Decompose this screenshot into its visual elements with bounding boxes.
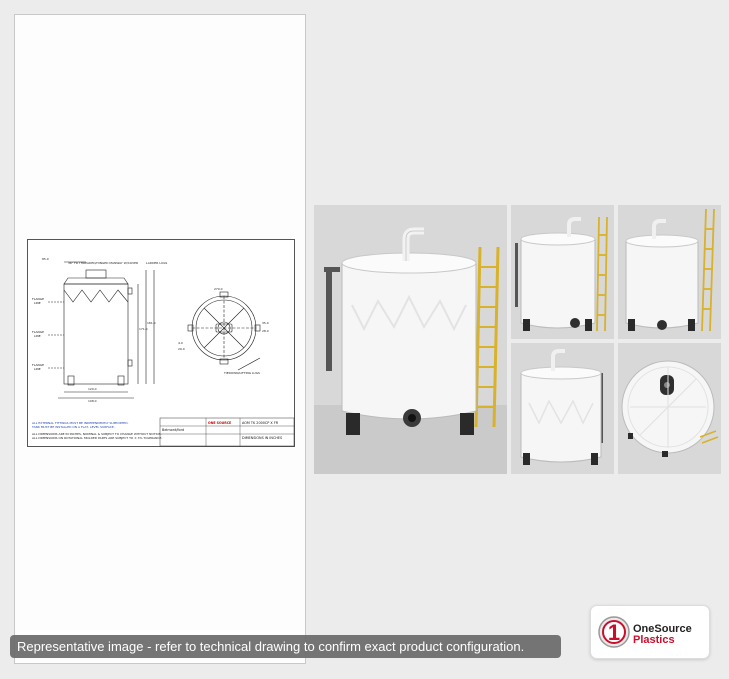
- logo-text: OneSource Plastics: [633, 624, 692, 646]
- technical-drawing: 85.0 36" FR THREADED/HINGED MANWAY W/COV…: [31, 257, 295, 447]
- line-label: LINE: [34, 334, 41, 338]
- dim-label: 29.0: [178, 347, 185, 351]
- product-photo-top[interactable]: [618, 343, 721, 474]
- title-block-model: AOM TK 2000CP X FR: [242, 421, 279, 425]
- note-line: ALL DIMENSIONS ON ROTATIONAL MOLDED PART…: [32, 436, 162, 440]
- line-label: LINE: [34, 301, 41, 305]
- technical-drawing-sheet: 85.0 36" FR THREADED/HINGED MANWAY W/COV…: [27, 239, 295, 447]
- title-block-brand: ONE SOURCE: [208, 421, 231, 425]
- manway-label: 36" FR THREADED/HINGED MANWAY W/COVER: [68, 261, 138, 265]
- title-block: ONE SOURCE Belmont/ford AOM TK 2000CP X …: [159, 417, 295, 447]
- dim-label: 85.0: [42, 257, 49, 261]
- logo-line-2: Plastics: [633, 634, 675, 646]
- dim-label: 4.0: [178, 341, 183, 345]
- dim-label: 35.0: [262, 321, 269, 325]
- note-line: TANK MUST BE INSTALLED ON A FLAT, LEVEL …: [31, 425, 115, 429]
- ladder-lugs-label: LADDER LUGS: [146, 261, 167, 265]
- product-photo-front[interactable]: [511, 205, 614, 339]
- product-photo-main[interactable]: [314, 205, 507, 474]
- product-photo-rear[interactable]: [511, 343, 614, 474]
- elevation-labels: 85.0 36" FR THREADED/HINGED MANWAY W/COV…: [32, 257, 167, 403]
- title-block-company: Belmont/ford: [162, 428, 184, 432]
- dim-label: 28.0: [262, 329, 269, 333]
- onesource-plastics-logo[interactable]: 1 OneSource Plastics: [590, 605, 710, 659]
- technical-drawing-page[interactable]: 85.0 36" FR THREADED/HINGED MANWAY W/COV…: [14, 14, 306, 664]
- dim-label: 171.0: [139, 327, 148, 331]
- tiedown-label: TIEDOWN/LIFTING LUGS: [223, 371, 260, 375]
- logo-mark-icon: 1: [598, 616, 630, 648]
- drawing-notes: ALL EXTERNAL FITTINGS MUST BE INDEPENDEN…: [31, 421, 162, 440]
- product-photo-side[interactable]: [618, 205, 721, 339]
- dim-label: 270.0: [214, 287, 223, 291]
- dim-label: 108.0: [88, 399, 97, 403]
- caption-banner: Representative image - refer to technica…: [10, 635, 561, 658]
- dim-label: 120.0: [88, 387, 97, 391]
- line-label: LINE: [34, 367, 41, 371]
- dim-label: 181.0: [147, 321, 156, 325]
- logo-numeral: 1: [608, 620, 620, 645]
- title-block-note: DIMENSIONS IN INCHES: [242, 436, 282, 440]
